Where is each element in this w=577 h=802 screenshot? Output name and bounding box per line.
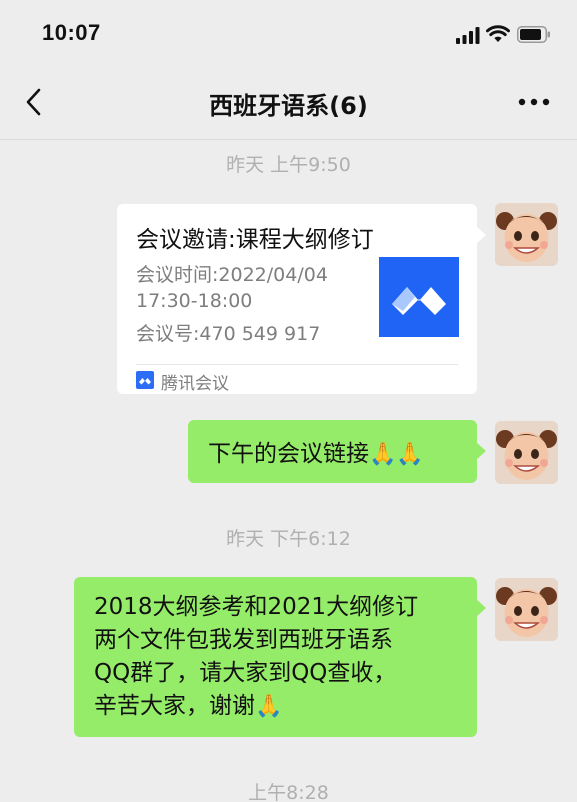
card-meeting-id: 会议号:470 549 917	[136, 323, 321, 345]
status-bar: 10:07	[0, 0, 577, 64]
signal-icon	[456, 27, 480, 44]
card-source-label: 腾讯会议	[161, 374, 229, 394]
message-text: 下午的会议链接	[208, 441, 369, 467]
avatar-doll-icon	[495, 421, 558, 484]
tencent-meeting-icon	[136, 371, 154, 389]
avatar[interactable]	[495, 203, 558, 266]
message-bubble[interactable]: 下午的会议链接🙏🙏	[188, 420, 486, 483]
tencent-meeting-logo	[379, 257, 459, 337]
avatar[interactable]	[495, 421, 558, 484]
card-meeting-time: 会议时间:2022/04/04	[136, 264, 328, 286]
chat-title: 西班牙语系(6)	[209, 92, 368, 120]
avatar-doll-icon	[495, 578, 558, 641]
more-dots-icon[interactable]	[518, 98, 550, 106]
status-time: 10:07	[42, 20, 101, 45]
avatar[interactable]	[495, 578, 558, 641]
wifi-icon	[486, 25, 510, 42]
timestamp: 昨天 下午6:12	[226, 528, 351, 550]
battery-icon	[517, 26, 550, 43]
timestamp: 上午8:28	[248, 782, 329, 802]
folded-hands-emoji: 🙏	[255, 694, 283, 719]
avatar-doll-icon	[495, 203, 558, 266]
card-title: 会议邀请:课程大纲修订	[136, 227, 374, 253]
card-divider	[136, 364, 458, 365]
meeting-invite-card[interactable]: 会议邀请:课程大纲修订 会议时间:2022/04/04 17:30-18:00 …	[117, 204, 486, 394]
nav-bar: 西班牙语系(6)	[0, 64, 577, 140]
card-meeting-time-range: 17:30-18:00	[136, 290, 253, 312]
message-bubble[interactable]: 2018大纲参考和2021大纲修订 两个文件包我发到西班牙语系 QQ群了，请大家…	[74, 577, 486, 737]
meeting-logo-icon	[392, 287, 446, 315]
timestamp: 昨天 上午9:50	[226, 154, 351, 176]
folded-hands-emoji: 🙏🙏	[369, 442, 424, 467]
